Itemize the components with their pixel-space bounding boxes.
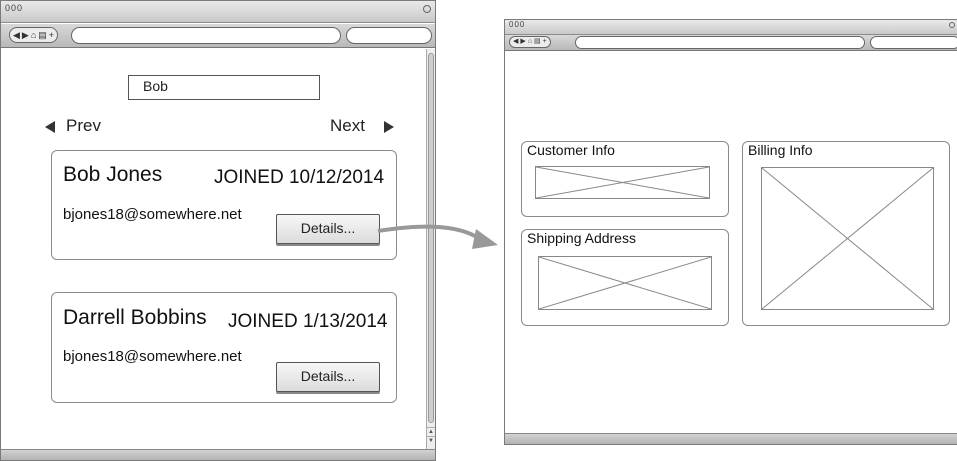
details-button[interactable]: Details...: [276, 214, 380, 244]
browser-window-customer-search: 000 ◀ ▶ ⌂ ▤ + Bob Prev Next Bob Jones JO…: [0, 0, 436, 461]
forward-icon[interactable]: ▶: [22, 29, 29, 41]
nav-buttons: ◀ ▶ ⌂ ▤ +: [509, 36, 551, 48]
prev-link[interactable]: Prev: [66, 116, 101, 136]
forward-icon[interactable]: ▶: [520, 36, 525, 48]
panel-title: Shipping Address: [527, 230, 636, 246]
title-bar: 000: [1, 1, 435, 23]
shipping-address-panel: Shipping Address: [521, 229, 729, 326]
status-bar: [1, 449, 435, 460]
customer-email: bjones18@somewhere.net: [63, 206, 242, 223]
window-zoom-icon[interactable]: [949, 22, 955, 28]
back-icon[interactable]: ◀: [513, 36, 518, 48]
bookmark-icon[interactable]: ▤: [38, 29, 47, 41]
add-tab-icon[interactable]: +: [543, 36, 547, 48]
customer-card: Bob Jones JOINED 10/12/2014 bjones18@som…: [51, 150, 397, 260]
customer-info-panel: Customer Info: [521, 141, 729, 217]
add-tab-icon[interactable]: +: [49, 29, 54, 41]
nav-buttons: ◀ ▶ ⌂ ▤ +: [9, 27, 59, 43]
window-controls[interactable]: 000: [5, 3, 23, 13]
name-search-input[interactable]: Bob: [128, 75, 320, 100]
joined-date: JOINED 1/13/2014: [228, 311, 388, 332]
status-bar: [505, 433, 957, 444]
browser-search-field[interactable]: [870, 36, 957, 49]
back-icon[interactable]: ◀: [13, 29, 20, 41]
home-icon[interactable]: ⌂: [31, 29, 36, 41]
panel-title: Customer Info: [527, 142, 615, 158]
home-icon[interactable]: ⌂: [528, 36, 532, 48]
browser-search-field[interactable]: [346, 27, 432, 44]
scroll-down-icon[interactable]: ▼: [427, 436, 435, 444]
scroll-up-icon[interactable]: ▲: [427, 427, 435, 435]
browser-toolbar: ◀ ▶ ⌂ ▤ +: [1, 24, 435, 48]
window-controls[interactable]: 000: [509, 20, 525, 29]
customer-name: Bob Jones: [63, 163, 163, 186]
placeholder-image: [538, 256, 712, 310]
browser-window-customer-detail: 000 ◀ ▶ ⌂ ▤ + Customer Info Shipping Add…: [504, 19, 957, 445]
placeholder-image: [761, 167, 934, 310]
address-bar[interactable]: [575, 36, 865, 49]
window-zoom-icon[interactable]: [423, 5, 431, 13]
prev-arrow-icon[interactable]: [45, 121, 55, 133]
title-bar: 000: [505, 20, 957, 35]
placeholder-image: [535, 166, 710, 199]
joined-date: JOINED 10/12/2014: [214, 167, 385, 188]
navigation-arrow-icon: [377, 224, 498, 249]
address-bar[interactable]: [71, 27, 341, 44]
billing-info-panel: Billing Info: [742, 141, 950, 326]
browser-toolbar: ◀ ▶ ⌂ ▤ +: [505, 35, 957, 51]
next-arrow-icon[interactable]: [384, 121, 394, 133]
customer-name: Darrell Bobbins: [63, 306, 207, 329]
bookmark-icon[interactable]: ▤: [534, 36, 541, 48]
details-button[interactable]: Details...: [276, 362, 380, 392]
next-link[interactable]: Next: [330, 116, 365, 136]
panel-title: Billing Info: [748, 142, 813, 158]
customer-card: Darrell Bobbins JOINED 1/13/2014 bjones1…: [51, 292, 397, 403]
customer-email: bjones18@somewhere.net: [63, 348, 242, 365]
